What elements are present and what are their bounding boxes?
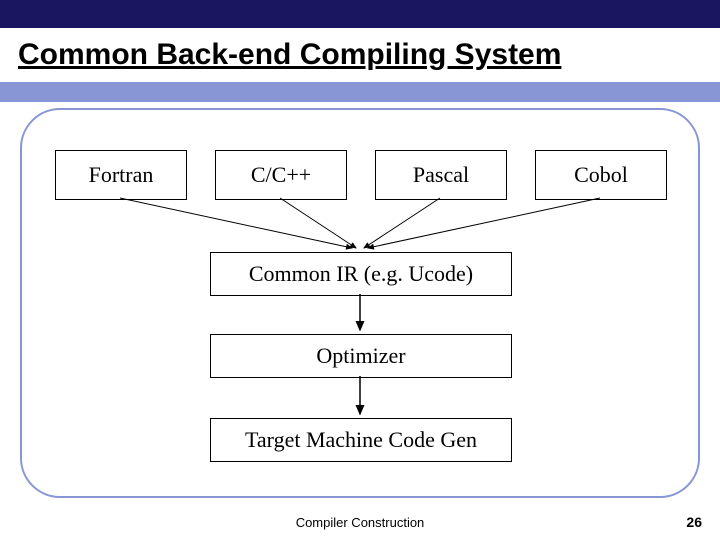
top-accent-bar <box>0 0 720 28</box>
stage-codegen: Target Machine Code Gen <box>210 418 512 462</box>
lang-box-fortran: Fortran <box>55 150 187 200</box>
lang-box-pascal: Pascal <box>375 150 507 200</box>
slide-title: Common Back-end Compiling System <box>18 38 561 72</box>
stage-opt: Optimizer <box>210 334 512 378</box>
slide: Common Back-end Compiling System Fortran… <box>0 0 720 540</box>
page-number: 26 <box>686 514 702 530</box>
footer-label: Compiler Construction <box>0 515 720 530</box>
title-underline-bar <box>0 82 720 102</box>
stage-ir: Common IR (e.g. Ucode) <box>210 252 512 296</box>
lang-box-ccpp: C/C++ <box>215 150 347 200</box>
lang-box-cobol: Cobol <box>535 150 667 200</box>
